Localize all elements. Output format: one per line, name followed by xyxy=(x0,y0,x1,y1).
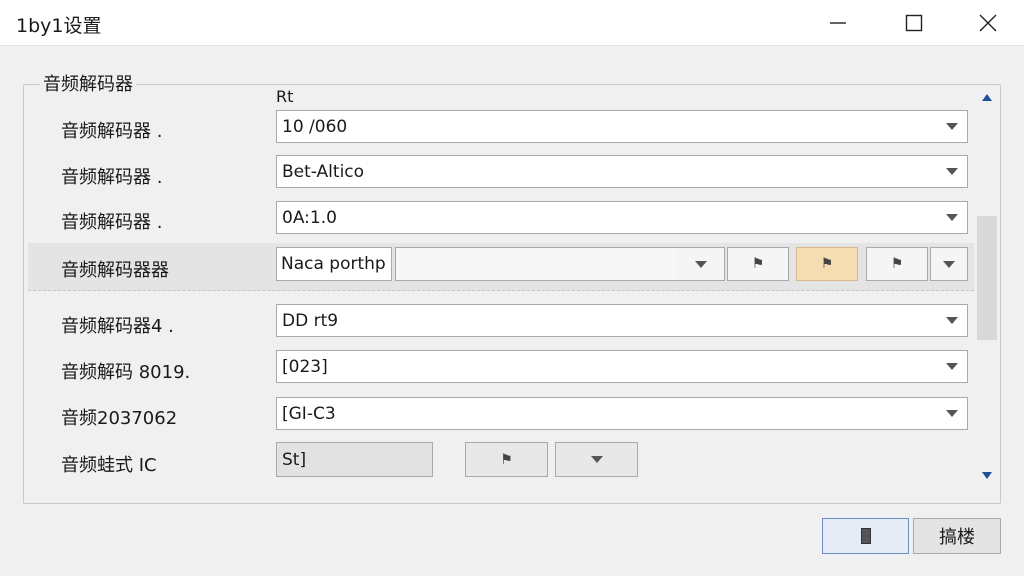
flag-icon: ⚑ xyxy=(820,256,834,272)
chevron-down-icon xyxy=(946,317,958,324)
scroll-up-button[interactable] xyxy=(975,86,999,108)
cancel-button[interactable]: 搞楼 xyxy=(913,518,1001,554)
chevron-down-icon xyxy=(982,471,992,479)
minimize-button[interactable] xyxy=(800,0,876,46)
dropdown-arrow[interactable] xyxy=(677,247,725,281)
dropdown-value: DD rt9 xyxy=(282,310,339,331)
title-bar: 1by1设置 xyxy=(0,0,1024,46)
dropdown-arrow[interactable] xyxy=(555,442,638,477)
dropdown-value: [023] xyxy=(282,356,328,377)
scroll-thumb[interactable] xyxy=(977,216,997,340)
decoder-dropdown-6[interactable]: [023] xyxy=(276,350,968,383)
flag-button-2[interactable]: ⚑ xyxy=(866,247,928,281)
chevron-down-icon xyxy=(946,363,958,370)
decoder-field-8[interactable]: St] xyxy=(276,442,433,477)
dropdown-value: Bet-Altico xyxy=(282,161,365,182)
decoder-dropdown-5[interactable]: DD rt9 xyxy=(276,304,968,337)
dropdown-arrow[interactable] xyxy=(937,202,967,233)
decoder-dropdown-3[interactable]: 0A:1.0 xyxy=(276,201,968,234)
row-label: 音频解码器 . xyxy=(61,167,163,188)
flag-icon: ⚑ xyxy=(500,451,513,468)
vertical-scrollbar[interactable] xyxy=(975,86,999,486)
decoder-input-4[interactable] xyxy=(395,247,677,281)
flag-button-active[interactable]: ⚑ xyxy=(796,247,858,281)
row-label: 音频解码器 . xyxy=(61,212,163,233)
row-label: 音频解码器器 xyxy=(61,260,169,281)
chevron-down-icon xyxy=(694,260,707,268)
column-header: Rt xyxy=(276,87,294,106)
maximize-icon xyxy=(905,14,923,32)
row-label: 音频解码器 . xyxy=(61,121,163,142)
scroll-down-button[interactable] xyxy=(975,464,999,486)
dropdown-arrow[interactable] xyxy=(930,247,968,281)
chevron-up-icon xyxy=(982,93,992,101)
flag-icon: ⚑ xyxy=(890,256,904,272)
flag-button-1[interactable]: ⚑ xyxy=(727,247,789,281)
dropdown-arrow[interactable] xyxy=(937,111,967,142)
dropdown-arrow[interactable] xyxy=(937,305,967,336)
minimize-icon xyxy=(830,22,846,24)
dropdown-value: 10 /060 xyxy=(282,116,348,137)
dropdown-arrow[interactable] xyxy=(937,156,967,187)
dropdown-value: [GI-C3 xyxy=(282,403,336,424)
decoder-dropdown-1[interactable]: 10 /060 xyxy=(276,110,968,143)
decoder-group-box xyxy=(23,84,1001,504)
group-title: 音频解码器 xyxy=(40,70,136,96)
decoder-dropdown-7[interactable]: [GI-C3 xyxy=(276,397,968,430)
row-label: 音频蛙式 IC xyxy=(61,455,157,476)
chevron-down-icon xyxy=(946,410,958,417)
ok-button[interactable] xyxy=(822,518,909,554)
chevron-down-icon xyxy=(946,123,958,130)
close-icon xyxy=(979,14,997,32)
close-button[interactable] xyxy=(950,0,1024,46)
decoder-text-field-4[interactable]: Naca porthp xyxy=(276,247,392,281)
flag-button-3[interactable]: ⚑ xyxy=(465,442,548,477)
maximize-button[interactable] xyxy=(876,0,952,46)
chevron-down-icon xyxy=(946,168,958,175)
dropdown-arrow[interactable] xyxy=(937,351,967,382)
decoder-dropdown-2[interactable]: Bet-Altico xyxy=(276,155,968,188)
flag-icon: ⚑ xyxy=(751,256,765,272)
window-title: 1by1设置 xyxy=(16,15,102,37)
document-icon xyxy=(860,528,871,544)
chevron-down-icon xyxy=(946,214,958,221)
chevron-down-icon xyxy=(943,260,955,268)
dropdown-value: 0A:1.0 xyxy=(282,207,337,228)
row-label: 音频解码器4 . xyxy=(61,316,174,337)
row-label: 音频解码 8019. xyxy=(61,362,191,383)
chevron-down-icon xyxy=(590,456,603,463)
row-label: 音频2037062 xyxy=(61,408,178,429)
dropdown-arrow[interactable] xyxy=(937,398,967,429)
